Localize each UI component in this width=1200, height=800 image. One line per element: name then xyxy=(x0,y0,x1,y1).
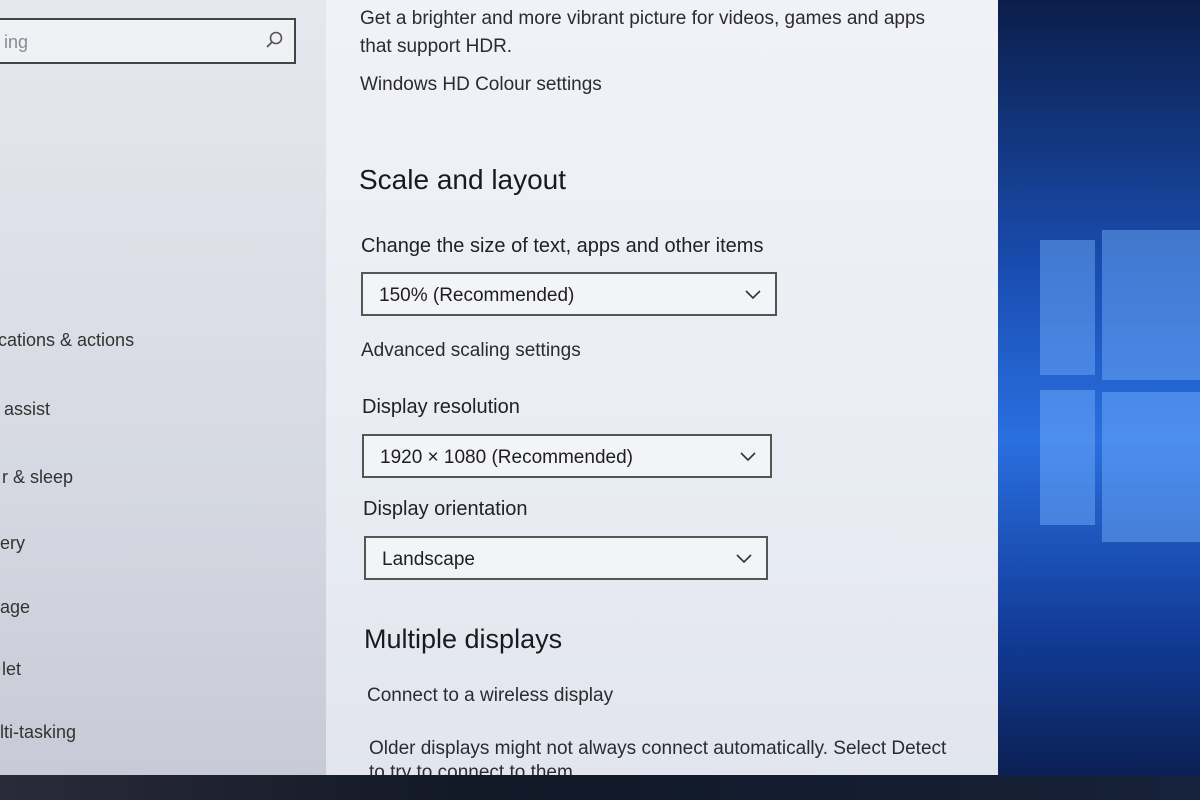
resolution-dropdown[interactable]: 1920 × 1080 (Recommended) xyxy=(362,434,772,478)
orientation-dropdown[interactable]: Landscape xyxy=(364,536,768,580)
connect-wireless-display-link[interactable]: Connect to a wireless display xyxy=(367,685,613,707)
chevron-down-icon xyxy=(745,290,761,300)
hdr-description-continued: that support HDR. xyxy=(360,36,513,57)
sidebar-item-tablet[interactable]: let xyxy=(2,659,21,680)
search-input[interactable]: ing xyxy=(4,32,28,53)
screen-bezel xyxy=(0,775,1200,800)
windows-logo-pane xyxy=(1040,240,1095,375)
scale-and-layout-heading: Scale and layout xyxy=(359,164,567,195)
sidebar-item-notifications[interactable]: cations & actions xyxy=(0,330,134,351)
display-resolution-label: Display resolution xyxy=(362,396,520,418)
sidebar-item-battery[interactable]: ery xyxy=(0,533,25,554)
windows-logo-pane xyxy=(1040,390,1095,525)
settings-sidebar: ing cations & actions assist r & sleep e… xyxy=(0,0,326,790)
windows-hd-colour-settings-link[interactable]: Windows HD Colour settings xyxy=(360,74,602,96)
search-icon[interactable] xyxy=(264,30,284,50)
search-box[interactable]: ing xyxy=(0,18,296,64)
text-size-label: Change the size of text, apps and other … xyxy=(361,235,764,257)
chevron-down-icon xyxy=(736,554,752,564)
display-settings-panel: Get a brighter and more vibrant picture … xyxy=(326,0,998,780)
scale-dropdown-value: 150% (Recommended) xyxy=(379,285,575,306)
resolution-dropdown-value: 1920 × 1080 (Recommended) xyxy=(380,447,633,468)
scale-dropdown[interactable]: 150% (Recommended) xyxy=(361,272,777,316)
chevron-down-icon xyxy=(740,452,756,462)
hdr-description: Get a brighter and more vibrant picture … xyxy=(360,8,926,29)
sidebar-item-storage[interactable]: age xyxy=(0,597,30,618)
multiple-displays-heading: Multiple displays xyxy=(364,624,563,654)
windows-logo-pane xyxy=(1102,392,1200,542)
windows-logo-pane xyxy=(1102,230,1200,380)
orientation-dropdown-value: Landscape xyxy=(382,549,475,570)
sidebar-item-focus-assist[interactable]: assist xyxy=(4,399,50,420)
advanced-scaling-settings-link[interactable]: Advanced scaling settings xyxy=(361,340,581,362)
detect-displays-note: Older displays might not always connect … xyxy=(369,738,947,759)
sidebar-item-power-sleep[interactable]: r & sleep xyxy=(2,467,73,488)
sidebar-item-multitasking[interactable]: lti-tasking xyxy=(0,722,76,743)
display-orientation-label: Display orientation xyxy=(363,498,528,520)
